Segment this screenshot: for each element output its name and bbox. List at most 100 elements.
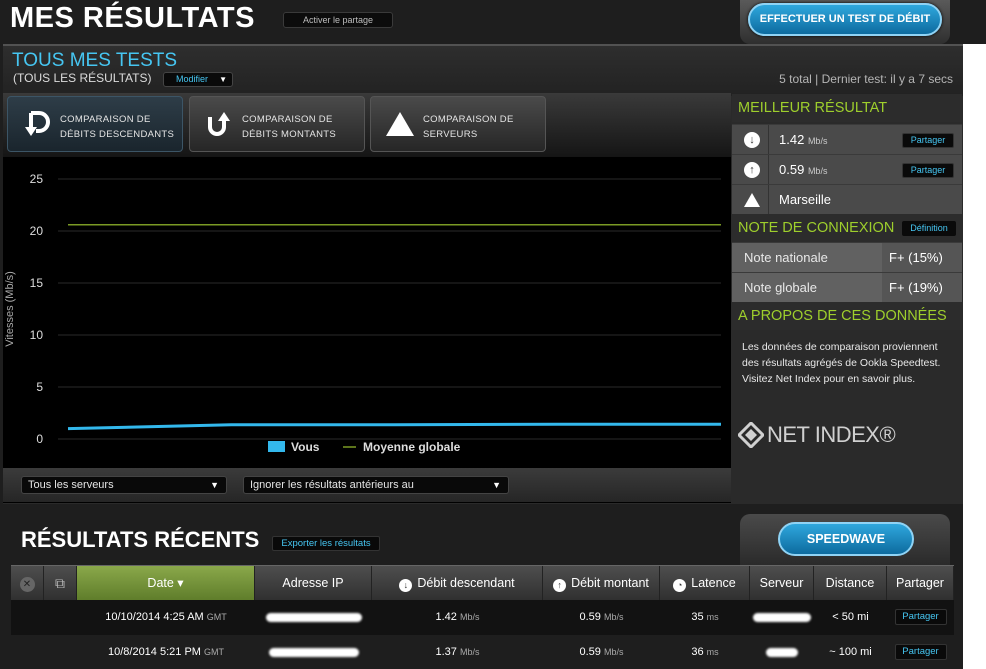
speedwave-button[interactable]: SPEEDWAVE xyxy=(778,522,914,556)
download-column-header[interactable]: ↓ Débit descendant xyxy=(372,566,543,601)
row-server-redacted xyxy=(750,635,814,669)
about-data-title: A PROPOS DE CES DONNÉES xyxy=(732,302,962,330)
tests-header: TOUS MES TESTS (TOUS LES RÉSULTATS) Modi… xyxy=(3,46,963,96)
unit-label: Mb/s xyxy=(807,166,828,176)
row-upload: 0.59 Mb/s xyxy=(579,646,624,658)
compare-upload-button[interactable]: COMPARAISON DE DÉBITS MONTANTS xyxy=(189,96,365,152)
servers-filter-dropdown[interactable]: Tous les serveurs ▼ xyxy=(21,476,227,494)
legend-swatch-vous xyxy=(268,441,285,452)
upload-column-header[interactable]: ↑ Débit montant xyxy=(543,566,660,601)
row-ip-redacted xyxy=(255,635,372,669)
share-column-header[interactable]: Partager xyxy=(887,566,954,601)
row-distance: < 50 mi xyxy=(832,611,869,623)
row-ip-redacted xyxy=(255,600,372,635)
modify-label: Modifier xyxy=(176,74,209,84)
compare-upload-label: COMPARAISON DE DÉBITS MONTANTS xyxy=(242,114,337,140)
servers-filter-label: Tous les serveurs xyxy=(28,479,114,491)
tests-title: TOUS MES TESTS xyxy=(12,50,178,71)
national-grade-row: Note nationale F+ (15%) xyxy=(732,242,962,273)
row-download: 1.42 Mb/s xyxy=(435,611,480,623)
compare-download-button[interactable]: COMPARAISON DE DÉBITS DESCENDANTS xyxy=(7,96,183,152)
y-tick-label: 0 xyxy=(36,432,43,446)
best-upload-value: 0.59 xyxy=(779,162,805,177)
caret-down-icon: ▼ xyxy=(219,75,227,84)
ignore-results-dropdown[interactable]: Ignorer les résultats antérieurs au ▼ xyxy=(243,476,509,494)
compare-servers-label: COMPARAISON DE SERVEURS xyxy=(423,114,514,140)
enable-sharing-toggle[interactable]: Activer le partage xyxy=(283,12,393,28)
compare-column-header[interactable]: ⧉ xyxy=(44,566,77,601)
latency-gauge-icon: ◔ xyxy=(673,579,687,592)
latency-column-header[interactable]: ◔ Latence xyxy=(660,566,750,601)
server-column-header[interactable]: Serveur xyxy=(750,566,814,601)
table-row[interactable]: 10/10/2014 4:25 AM GMT 1.42 Mb/s 0.59 Mb… xyxy=(11,600,954,635)
page-title: MES RÉSULTATS xyxy=(10,2,255,34)
row-share-button[interactable]: Partager xyxy=(894,644,947,661)
modify-dropdown[interactable]: Modifier ▼ xyxy=(163,72,233,87)
table-header: ✕ ⧉ Date ▾ Adresse IP ↓ Débit descendant … xyxy=(11,565,954,601)
best-result-title: MEILLEUR RÉSULTAT xyxy=(732,94,962,122)
compare-download-label: COMPARAISON DE DÉBITS DESCENDANTS xyxy=(60,114,175,140)
series-line-vous xyxy=(67,422,721,431)
about-data-text: Les données de comparaison proviennent d… xyxy=(742,341,941,385)
share-download-button[interactable]: Partager xyxy=(902,133,954,148)
row-distance: ~ 100 mi xyxy=(829,646,872,658)
best-download-row: ↓ 1.42 Mb/s Partager xyxy=(732,124,962,155)
best-upload-row: ↑ 0.59 Mb/s Partager xyxy=(732,154,962,185)
y-axis-label: Vitesses (Mb/s) xyxy=(4,271,16,347)
global-grade-label: Note globale xyxy=(732,273,882,303)
compare-strip: COMPARAISON DE DÉBITS DESCENDANTS COMPARA… xyxy=(3,93,731,157)
y-tick-label: 20 xyxy=(30,224,44,238)
row-latency: 36 ms xyxy=(691,646,719,658)
legend-label-vous: Vous xyxy=(291,440,320,454)
upload-arrow-icon xyxy=(208,112,230,136)
tests-subtitle: (TOUS LES RÉSULTATS) xyxy=(13,71,152,85)
connection-grade-title: NOTE DE CONNEXION Définition xyxy=(732,214,962,242)
row-latency: 35 ms xyxy=(691,611,719,623)
definition-button[interactable]: Définition xyxy=(902,221,956,236)
net-index-logo-text: NET INDEX® xyxy=(767,422,896,447)
share-upload-button[interactable]: Partager xyxy=(902,163,954,178)
server-triangle-icon xyxy=(386,112,414,136)
page-edge xyxy=(963,44,986,669)
export-results-button[interactable]: Exporter les résultats xyxy=(272,536,380,551)
row-download: 1.37 Mb/s xyxy=(435,646,480,658)
legend-label-moyenne-globale: Moyenne globale xyxy=(363,440,461,454)
national-grade-value: F+ (15%) xyxy=(889,250,943,265)
row-upload: 0.59 Mb/s xyxy=(579,611,624,623)
server-icon xyxy=(744,193,760,207)
speedtest-results-page: MES RÉSULTATS Activer le partage EFFECTU… xyxy=(0,0,986,669)
download-icon: ↓ xyxy=(399,579,413,592)
layers-icon: ⧉ xyxy=(55,575,65,591)
global-grade-row: Note globale F+ (19%) xyxy=(732,272,962,303)
row-share-button[interactable]: Partager xyxy=(894,609,947,626)
caret-down-icon: ▼ xyxy=(210,480,219,490)
ip-column-header[interactable]: Adresse IP xyxy=(255,566,372,601)
unit-label: Mb/s xyxy=(807,136,828,146)
distance-column-header[interactable]: Distance xyxy=(814,566,887,601)
row-share: Partager xyxy=(887,600,954,635)
best-server-value: Marseille xyxy=(779,192,832,207)
net-index-diamond-icon xyxy=(738,422,764,448)
compare-servers-button[interactable]: COMPARAISON DE SERVEURS xyxy=(370,96,546,152)
upload-icon: ↑ xyxy=(553,579,567,592)
speed-chart: 0 5 10 15 20 25 Vitesses (Mb/s) Vous Moyenne glo… xyxy=(4,172,721,454)
date-column-header[interactable]: Date ▾ xyxy=(77,566,255,601)
table-row[interactable]: 10/8/2014 5:21 PM GMT 1.37 Mb/s 0.59 Mb/… xyxy=(11,635,954,669)
net-index-logo[interactable]: NET INDEX® xyxy=(738,422,896,448)
y-tick-label: 10 xyxy=(30,328,44,342)
row-date: 10/10/2014 4:25 AM GMT xyxy=(105,611,227,623)
recent-results-title: RÉSULTATS RÉCENTS xyxy=(21,527,260,552)
run-speed-test-button[interactable]: EFFECTUER UN TEST DE DÉBIT xyxy=(748,3,942,36)
row-share: Partager xyxy=(887,635,954,669)
national-grade-label: Note nationale xyxy=(732,243,882,273)
close-icon: ✕ xyxy=(19,577,35,592)
download-arrow-icon xyxy=(25,111,50,136)
caret-down-icon: ▼ xyxy=(492,480,501,490)
speedwave-tab: SPEEDWAVE xyxy=(740,514,950,566)
y-tick-label: 5 xyxy=(36,380,43,394)
ignore-results-label: Ignorer les résultats antérieurs au xyxy=(250,479,414,491)
best-server-row: Marseille xyxy=(732,184,962,215)
connection-grade-label: NOTE DE CONNEXION xyxy=(738,220,895,236)
delete-column-header[interactable]: ✕ xyxy=(11,566,44,601)
chart-area: COMPARAISON DE DÉBITS DESCENDANTS COMPARA… xyxy=(3,93,731,503)
